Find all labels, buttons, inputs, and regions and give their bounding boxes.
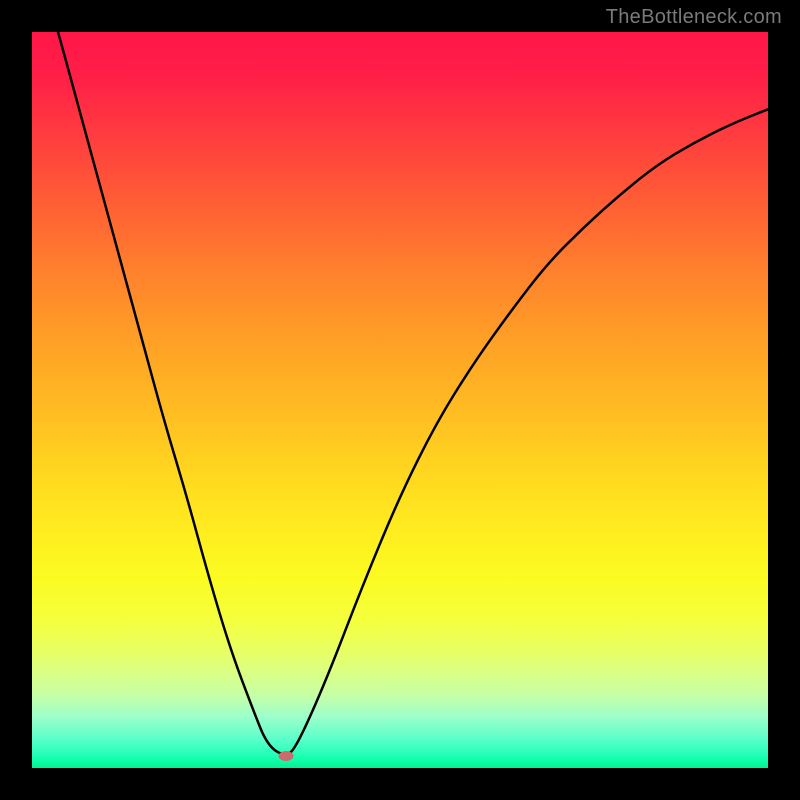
watermark-label: TheBottleneck.com bbox=[606, 6, 782, 29]
bottleneck-curve bbox=[32, 32, 768, 754]
curve-layer bbox=[32, 32, 768, 768]
plot-area bbox=[32, 32, 768, 768]
chart-frame: TheBottleneck.com bbox=[0, 0, 800, 800]
min-marker-icon bbox=[279, 751, 294, 761]
